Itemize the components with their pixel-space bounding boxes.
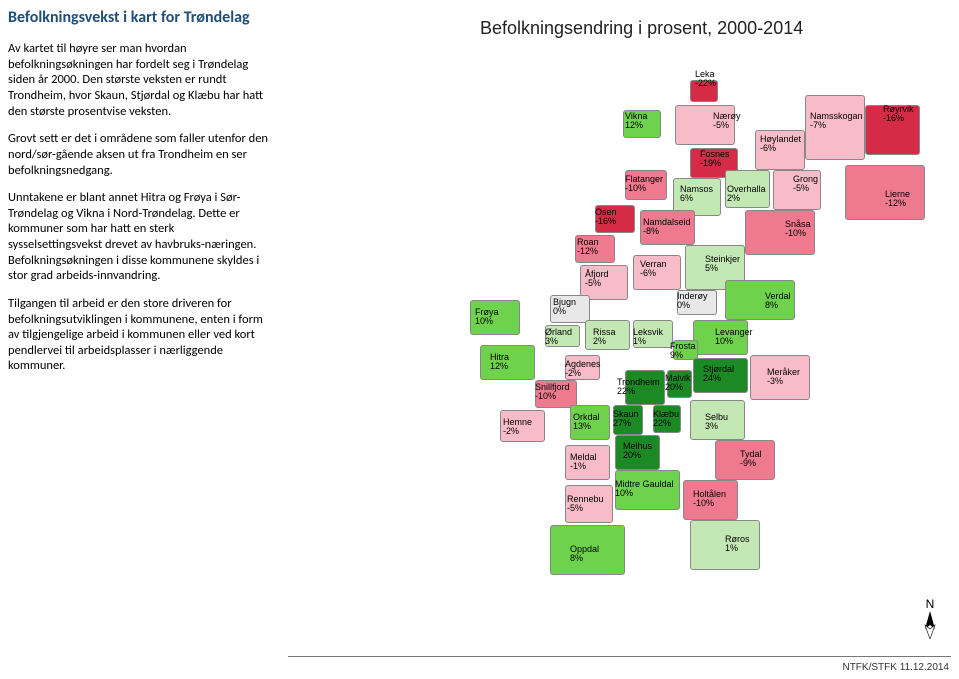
label-melhus: Melhus20% [623,442,652,461]
label-grong: Grong-5% [793,175,818,194]
label-malvik: Malvik20% [665,374,691,393]
compass-icon: N [921,597,939,639]
choropleth-map: Leka-22% Vikna12% Nærøy-5% Namsskogan-7%… [415,70,959,610]
label-hitra: Hitra12% [490,353,509,372]
label-roros: Røros1% [725,535,750,554]
label-leksvik: Leksvik1% [633,328,663,347]
label-levanger: Levanger10% [715,328,753,347]
label-osen: Osen-16% [595,208,617,227]
label-afjord: Åfjord-5% [585,270,609,289]
label-roan: Roan-12% [577,238,599,257]
label-midtregauldal: Midtre Gauldal10% [615,480,674,499]
label-hemne: Hemne-2% [503,418,532,437]
label-skaun: Skaun27% [613,410,639,429]
label-agdenes: Agdenes-2% [565,360,601,379]
label-inderoy: Inderøy0% [677,292,708,311]
paragraph-1: Av kartet til høyre ser man hvordan befo… [8,41,268,119]
page-root: Befolkningsvekst i kart for Trøndelag Av… [0,0,959,679]
label-namdalseid: Namdalseid-8% [643,218,691,237]
label-meraker: Meråker-3% [767,368,800,387]
label-overhalla: Overhalla2% [727,185,766,204]
chart-title: Befolkningsendring i prosent, 2000-2014 [480,18,803,39]
label-naeroy: Nærøy-5% [713,112,741,131]
paragraph-2: Grovt sett er det i områdene som faller … [8,131,268,178]
label-bjugn: Bjugn0% [553,298,576,317]
label-verran: Verran-6% [640,260,667,279]
label-frosta: Frosta9% [670,342,696,361]
label-namsskogan: Namsskogan-7% [810,112,863,131]
label-holtalen: Holtålen-10% [693,490,726,509]
map-panel: Befolkningsendring i prosent, 2000-2014 [280,0,959,679]
label-royrvik: Røyrvik-16% [883,105,914,124]
label-flatanger: Flatanger-10% [625,175,663,194]
label-steinkjer: Steinkjer5% [705,255,740,274]
label-snasa: Snåsa-10% [785,220,811,239]
label-klaebu: Klæbu22% [653,410,679,429]
label-orkdal: Orkdal13% [573,413,600,432]
footer-text: NTFK/STFK 11.12.2014 [842,662,949,673]
label-froya: Frøya10% [475,308,499,327]
label-namsos: Namsos6% [680,185,713,204]
label-selbu: Selbu3% [705,413,728,432]
text-column: Befolkningsvekst i kart for Trøndelag Av… [0,0,280,679]
label-snillfjord: Snillfjord-10% [535,383,570,402]
label-meldal: Meldal-1% [570,453,597,472]
label-rissa: Rissa2% [593,328,616,347]
label-oppdal: Oppdal8% [570,545,599,564]
label-lierne: Lierne-12% [885,190,910,209]
label-orland: Ørland3% [545,328,572,347]
label-trondheim: Trondheim22% [617,378,660,397]
page-title: Befolkningsvekst i kart for Trøndelag [8,8,268,27]
label-fosnes: Fosnes-19% [700,150,730,169]
label-stjordal: Stjørdal24% [703,365,734,384]
label-tydal: Tydal-9% [740,450,762,469]
label-leka: Leka-22% [695,70,716,89]
label-vikna: Vikna12% [625,112,647,131]
paragraph-3: Unntakene er blant annet Hitra og Frøya … [8,190,268,284]
label-rennebu: Rennebu-5% [567,495,604,514]
label-verdal: Verdal8% [765,292,791,311]
paragraph-4: Tilgangen til arbeid er den store driver… [8,296,268,374]
label-hoylandet: Høylandet-6% [760,135,801,154]
footer-divider [288,656,951,657]
